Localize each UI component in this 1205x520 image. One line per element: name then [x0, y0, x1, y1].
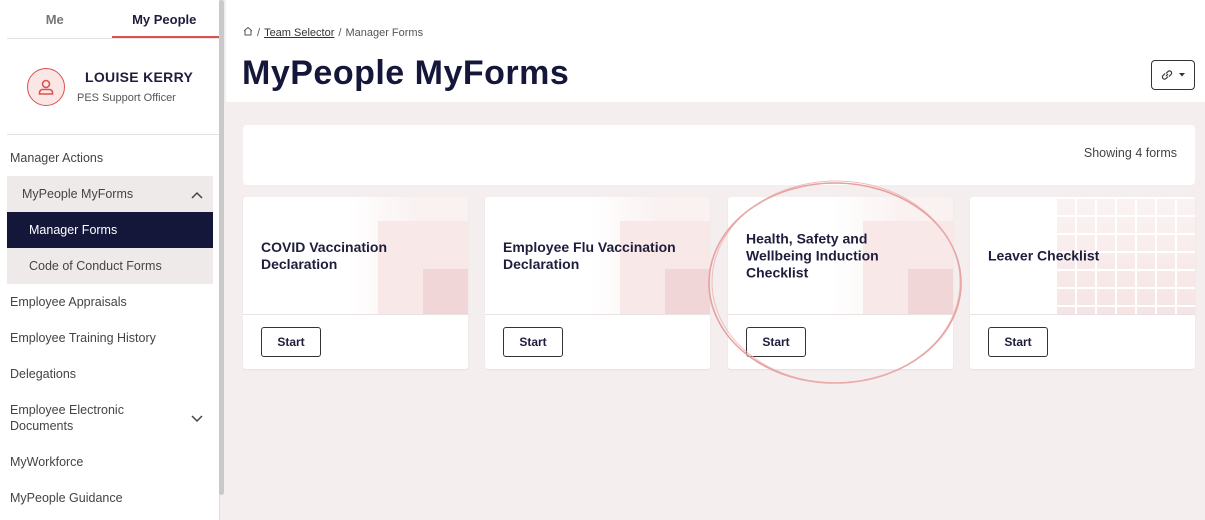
- sidebar-item-myworkforce[interactable]: MyWorkforce: [0, 444, 213, 480]
- sidebar-item-mypeople-myforms[interactable]: MyPeople MyForms: [7, 176, 213, 212]
- form-card-title: Leaver Checklist: [988, 247, 1100, 263]
- breadcrumb: / Team Selector / Manager Forms: [243, 26, 423, 39]
- form-card-title: COVID Vaccination Declaration: [261, 238, 388, 272]
- form-card-header: Leaver Checklist: [970, 197, 1195, 315]
- card-decoration: [665, 269, 710, 314]
- user-profile: LOUISE KERRY PES Support Officer: [7, 39, 219, 135]
- form-card: Leaver Checklist Start: [970, 197, 1195, 369]
- breadcrumb-separator: /: [257, 26, 261, 39]
- sidebar-item-employee-electronic-documents[interactable]: Employee Electronic Documents: [0, 392, 213, 444]
- page-header: / Team Selector / Manager Forms MyPeople…: [226, 0, 1205, 102]
- sidebar-item-employee-training-history[interactable]: Employee Training History: [0, 320, 213, 356]
- avatar: [27, 67, 65, 106]
- form-card: Employee Flu Vaccination Declaration Sta…: [485, 197, 710, 369]
- breadcrumb-separator: /: [338, 26, 342, 39]
- sidebar-item-employee-appraisals[interactable]: Employee Appraisals: [0, 284, 213, 320]
- results-count: Showing 4 forms: [1083, 146, 1177, 160]
- card-decoration: [908, 269, 953, 314]
- breadcrumb-team-selector[interactable]: Team Selector: [264, 27, 334, 39]
- form-card-header: Health, Safety and Wellbeing Induction C…: [728, 197, 953, 315]
- profile-role: PES Support Officer: [77, 92, 176, 104]
- sidebar-item-manager-actions[interactable]: Manager Actions: [0, 140, 213, 176]
- profile-name: LOUISE KERRY: [85, 69, 194, 85]
- chevron-up-icon: [191, 186, 203, 202]
- sidebar-item-manager-forms[interactable]: Manager Forms: [7, 212, 213, 248]
- tab-me[interactable]: Me: [0, 0, 110, 38]
- start-button[interactable]: Start: [988, 327, 1048, 357]
- form-card-header: Employee Flu Vaccination Declaration: [485, 197, 710, 315]
- home-icon[interactable]: [243, 26, 253, 39]
- sidebar-tabs: Me My People: [0, 0, 220, 39]
- sidebar-scrollbar[interactable]: [219, 0, 224, 495]
- tab-my-people[interactable]: My People: [110, 0, 220, 38]
- breadcrumb-current: Manager Forms: [345, 26, 424, 39]
- sidebar-item-code-of-conduct-forms[interactable]: Code of Conduct Forms: [7, 248, 213, 284]
- form-card-header: COVID Vaccination Declaration: [243, 197, 468, 315]
- caret-down-icon: [1179, 73, 1185, 77]
- sidebar-item-mypeople-guidance[interactable]: MyPeople Guidance: [0, 480, 213, 516]
- sidebar-nav: Manager Actions MyPeople MyForms Manager…: [0, 140, 213, 516]
- start-button[interactable]: Start: [261, 327, 321, 357]
- form-card: COVID Vaccination Declaration Start: [243, 197, 468, 369]
- user-icon: [38, 79, 54, 95]
- chevron-down-icon: [191, 410, 203, 426]
- form-card-title: Health, Safety and Wellbeing Induction C…: [746, 230, 879, 280]
- start-button[interactable]: Start: [503, 327, 563, 357]
- sidebar-item-label: Employee Electronic Documents: [10, 403, 124, 433]
- share-link-button[interactable]: [1151, 60, 1195, 90]
- sidebar-item-label: MyPeople MyForms: [22, 187, 134, 201]
- form-card-title: Employee Flu Vaccination Declaration: [503, 238, 676, 272]
- page-title: MyPeople MyForms: [242, 54, 570, 92]
- results-bar: Showing 4 forms: [243, 125, 1195, 185]
- card-decoration: [423, 269, 468, 314]
- sidebar-item-delegations[interactable]: Delegations: [0, 356, 213, 392]
- form-card: Health, Safety and Wellbeing Induction C…: [728, 197, 953, 369]
- link-icon: [1161, 70, 1173, 80]
- start-button[interactable]: Start: [746, 327, 806, 357]
- sidebar: Me My People LOUISE KERRY PES Support Of…: [0, 0, 220, 520]
